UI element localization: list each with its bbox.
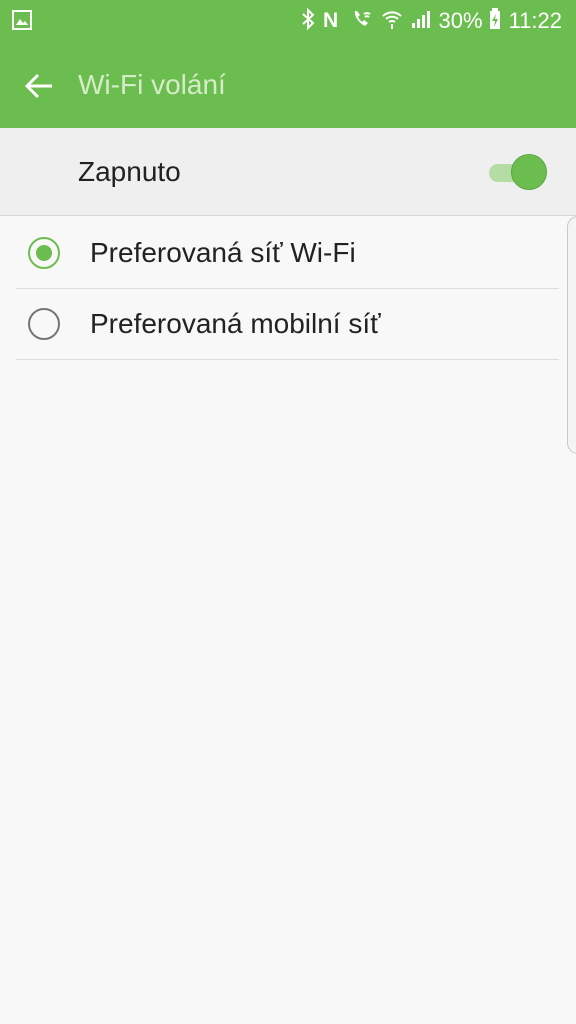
screen: N 30% 11:22 Wi-Fi volání Zapnuto Prefero… — [0, 0, 576, 1024]
wifi-icon — [381, 8, 403, 35]
back-arrow-icon — [24, 73, 52, 99]
radio-button-checked[interactable] — [28, 237, 60, 269]
status-bar: N 30% 11:22 — [0, 0, 576, 42]
option-prefer-wifi[interactable]: Preferovaná síť Wi-Fi — [16, 218, 559, 289]
master-switch-row[interactable]: Zapnuto — [0, 128, 576, 216]
app-bar: Wi-Fi volání — [0, 42, 576, 128]
status-icons: N 30% 11:22 — [301, 6, 562, 36]
option-prefer-mobile[interactable]: Preferovaná mobilní síť — [16, 289, 559, 360]
toggle-thumb — [511, 154, 547, 190]
page-title: Wi-Fi volání — [78, 69, 226, 100]
clock: 11:22 — [508, 8, 562, 33]
edge-panel-handle[interactable] — [567, 216, 576, 454]
battery-percent: 30% — [438, 8, 483, 33]
nfc-icon: N — [323, 8, 343, 35]
signal-icon — [411, 9, 431, 34]
bluetooth-icon — [301, 7, 315, 35]
master-toggle[interactable] — [487, 152, 549, 192]
option-label: Preferovaná síť Wi-Fi — [90, 237, 356, 268]
svg-text:N: N — [323, 9, 338, 30]
battery-charging-icon — [489, 7, 501, 35]
gallery-icon — [12, 10, 32, 35]
back-button[interactable] — [20, 66, 60, 106]
radio-dot — [36, 245, 52, 261]
option-label: Preferovaná mobilní síť — [90, 308, 381, 339]
wifi-calling-icon — [351, 8, 373, 35]
radio-button-unchecked[interactable] — [28, 308, 60, 340]
master-switch-label: Zapnuto — [78, 156, 181, 187]
